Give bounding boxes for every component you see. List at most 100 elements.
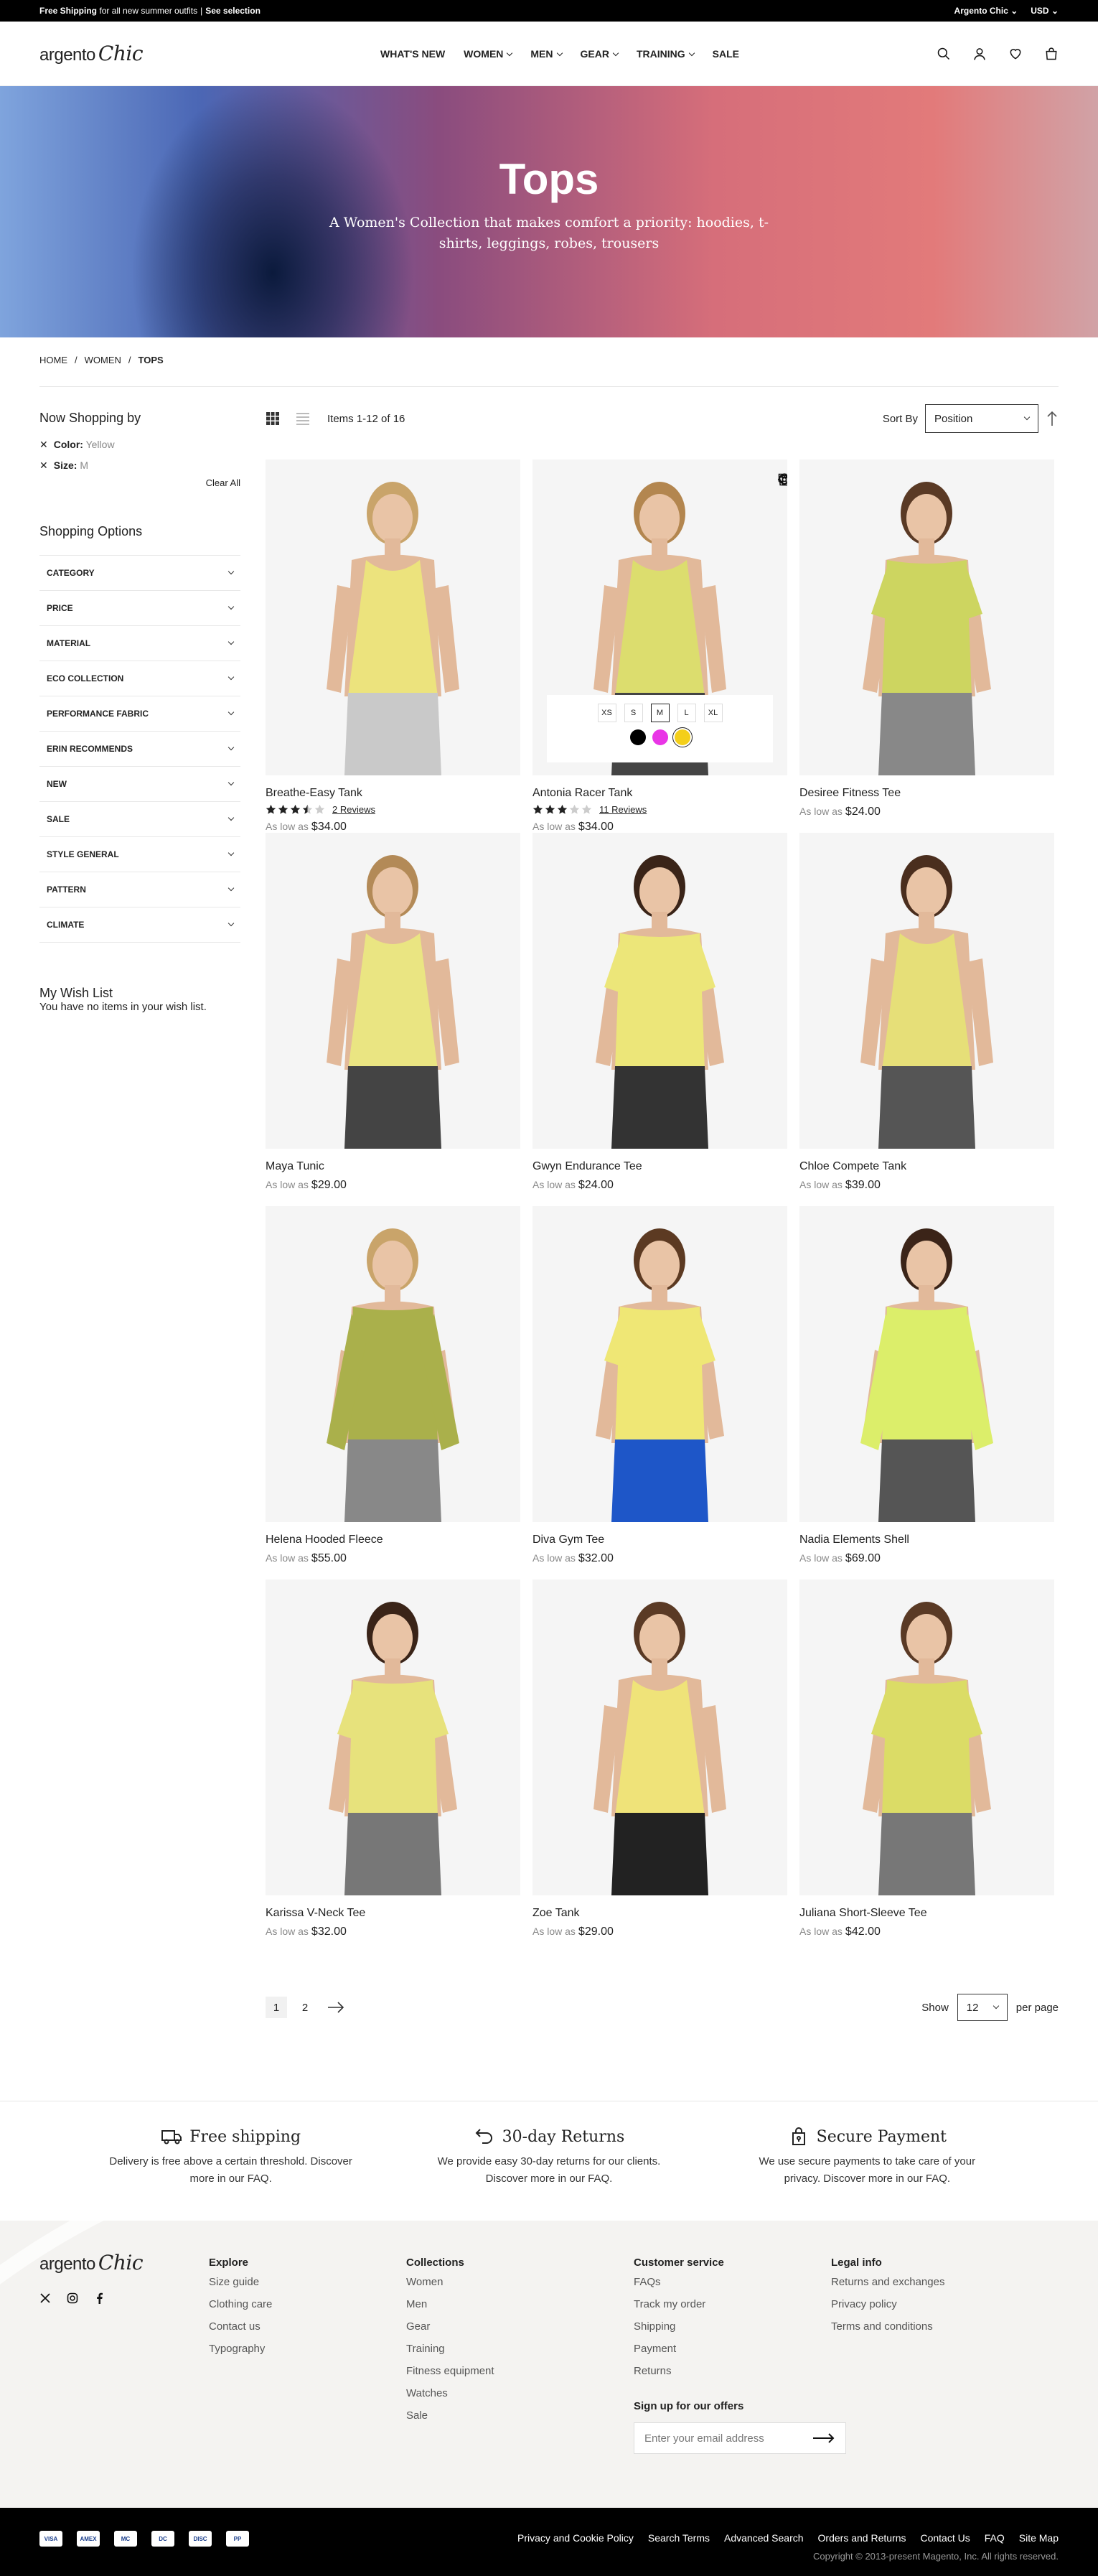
grid-view-icon[interactable] (266, 411, 280, 426)
product-card[interactable]: Breathe-Easy Tank 2 Reviews As low as $34.0… (266, 459, 520, 833)
bottom-link[interactable]: Site Map (1019, 2532, 1059, 2544)
product-card[interactable]: Zoe Tank As low as $29.00 (532, 1579, 787, 1953)
filter-option[interactable]: ECO COLLECTION (39, 661, 240, 696)
size-swatch[interactable]: M (650, 704, 670, 722)
product-name[interactable]: Antonia Racer Tank (532, 787, 787, 800)
product-name[interactable]: Nadia Elements Shell (799, 1534, 1054, 1546)
product-card[interactable]: XS S M L XL Antonia Racer Tank 11 Reviews As lo… (532, 459, 787, 833)
product-name[interactable]: Chloe Compete Tank (799, 1160, 1054, 1173)
x-twitter-icon[interactable] (39, 2292, 51, 2304)
color-swatch[interactable] (629, 729, 646, 745)
product-card[interactable]: Juliana Short-Sleeve Tee As low as $42.00 (799, 1579, 1054, 1953)
page-1[interactable]: 1 (266, 1997, 287, 2018)
wishlist-heart-icon[interactable] (1008, 47, 1023, 61)
footer-link[interactable]: Typography (209, 2343, 272, 2355)
footer-link[interactable]: Watches (406, 2387, 494, 2399)
filter-option[interactable]: PERFORMANCE FABRIC (39, 696, 240, 732)
bottom-link[interactable]: Contact Us (920, 2532, 970, 2544)
sort-direction-arrow-icon[interactable] (1046, 411, 1059, 426)
filter-option[interactable]: PRICE (39, 591, 240, 626)
bottom-link[interactable]: Privacy and Cookie Policy (517, 2532, 634, 2544)
product-name[interactable]: Maya Tunic (266, 1160, 520, 1173)
instagram-icon[interactable] (67, 2292, 78, 2304)
product-card[interactable]: Desiree Fitness Tee As low as $24.00 (799, 459, 1054, 833)
filter-option[interactable]: CLIMATE (39, 907, 240, 943)
product-name[interactable]: Karissa V-Neck Tee (266, 1907, 520, 1920)
list-view-icon[interactable] (296, 411, 310, 426)
quick-view-eye-icon[interactable] (777, 472, 787, 487)
footer-link[interactable]: Sale (406, 2409, 494, 2422)
footer-link[interactable]: Training (406, 2343, 494, 2355)
submit-arrow-icon[interactable] (812, 2433, 835, 2443)
nav-item[interactable]: MEN (530, 48, 561, 60)
product-name[interactable]: Gwyn Endurance Tee (532, 1160, 787, 1173)
footer-link[interactable]: Men (406, 2298, 494, 2310)
footer-link[interactable]: FAQs (634, 2276, 724, 2288)
product-name[interactable]: Juliana Short-Sleeve Tee (799, 1907, 1054, 1920)
footer-link[interactable]: Track my order (634, 2298, 724, 2310)
nav-item[interactable]: WOMEN (464, 48, 512, 60)
product-card[interactable]: Karissa V-Neck Tee As low as $32.00 (266, 1579, 520, 1953)
size-swatch[interactable]: XS (597, 704, 616, 722)
footer-link[interactable]: Payment (634, 2343, 724, 2355)
bottom-link[interactable]: FAQ (985, 2532, 1005, 2544)
nav-item[interactable]: WHAT'S NEW (380, 48, 445, 60)
product-name[interactable]: Desiree Fitness Tee (799, 787, 1054, 800)
footer-link[interactable]: Returns and exchanges (831, 2276, 944, 2288)
product-name[interactable]: Zoe Tank (532, 1907, 787, 1920)
footer-link[interactable]: Contact us (209, 2320, 272, 2333)
size-swatch[interactable]: S (624, 704, 643, 722)
footer-link[interactable]: Returns (634, 2365, 724, 2377)
per-page-select[interactable]: 12 (957, 1994, 1008, 2021)
footer-link[interactable]: Size guide (209, 2276, 272, 2288)
sort-select[interactable]: Position (925, 404, 1038, 433)
product-card[interactable]: Nadia Elements Shell As low as $69.00 (799, 1206, 1054, 1579)
footer-link[interactable]: Women (406, 2276, 494, 2288)
product-card[interactable]: Diva Gym Tee As low as $32.00 (532, 1206, 787, 1579)
breadcrumb-women[interactable]: WOMEN (85, 355, 121, 365)
remove-filter-icon[interactable]: ✕ (39, 439, 48, 450)
size-swatch[interactable]: XL (703, 704, 723, 722)
newsletter-email-input[interactable]: Enter your email address (634, 2422, 846, 2454)
filter-option[interactable]: ERIN RECOMMENDS (39, 732, 240, 767)
filter-option[interactable]: SALE (39, 802, 240, 837)
page-2[interactable]: 2 (294, 1997, 316, 2018)
size-swatch[interactable]: L (677, 704, 696, 722)
search-icon[interactable] (937, 47, 951, 61)
filter-option[interactable]: PATTERN (39, 872, 240, 907)
product-card[interactable]: Helena Hooded Fleece As low as $55.00 (266, 1206, 520, 1579)
filter-option[interactable]: STYLE GENERAL (39, 837, 240, 872)
bottom-link[interactable]: Orders and Returns (818, 2532, 906, 2544)
cart-bag-icon[interactable] (1044, 47, 1059, 61)
nav-item[interactable]: GEAR (581, 48, 618, 60)
reviews-link[interactable]: 2 Reviews (332, 804, 375, 815)
color-swatch[interactable] (672, 727, 693, 747)
footer-link[interactable]: Privacy policy (831, 2298, 944, 2310)
remove-filter-icon[interactable]: ✕ (39, 459, 48, 471)
facebook-icon[interactable] (94, 2292, 105, 2304)
footer-link[interactable]: Clothing care (209, 2298, 272, 2310)
footer-link[interactable]: Fitness equipment (406, 2365, 494, 2377)
footer-link[interactable]: Gear (406, 2320, 494, 2333)
footer-link[interactable]: Shipping (634, 2320, 724, 2333)
footer-logo[interactable]: argento Chic (39, 2251, 144, 2274)
bottom-link[interactable]: Advanced Search (724, 2532, 804, 2544)
product-card[interactable]: Chloe Compete Tank As low as $39.00 (799, 833, 1054, 1206)
color-swatch[interactable] (652, 729, 668, 745)
nav-item[interactable]: SALE (713, 48, 739, 60)
product-card[interactable]: Maya Tunic As low as $29.00 (266, 833, 520, 1206)
store-switcher[interactable]: Argento Chic ⌄ (954, 6, 1018, 16)
currency-switcher[interactable]: USD ⌄ (1031, 6, 1059, 16)
account-icon[interactable] (972, 47, 987, 61)
footer-link[interactable]: Terms and conditions (831, 2320, 944, 2333)
product-name[interactable]: Diva Gym Tee (532, 1534, 787, 1546)
bottom-link[interactable]: Search Terms (648, 2532, 710, 2544)
promo-link[interactable]: See selection (205, 6, 261, 16)
next-page-arrow-icon[interactable] (327, 2002, 344, 2013)
product-name[interactable]: Helena Hooded Fleece (266, 1534, 520, 1546)
reviews-link[interactable]: 11 Reviews (599, 804, 647, 815)
nav-item[interactable]: TRAINING (637, 48, 694, 60)
clear-all-link[interactable]: Clear All (39, 477, 240, 488)
product-name[interactable]: Breathe-Easy Tank (266, 787, 520, 800)
breadcrumb-home[interactable]: HOME (39, 355, 67, 365)
